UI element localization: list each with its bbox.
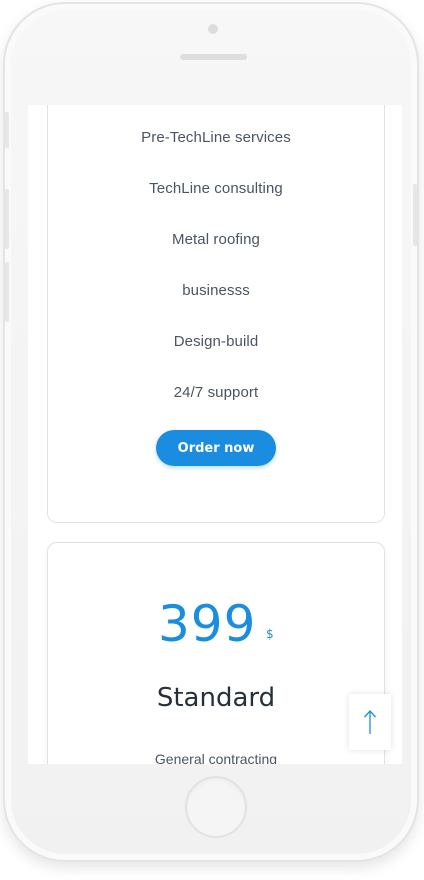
front-camera: [208, 24, 218, 34]
price-currency: $: [266, 627, 274, 641]
plan-name: Standard: [156, 683, 276, 713]
home-button: [185, 776, 247, 838]
price-value: 399: [158, 595, 257, 653]
earpiece-speaker: [180, 54, 247, 60]
arrow-up-icon: [364, 710, 376, 734]
screen: Pre-TechLine services TechLine consultin…: [28, 105, 402, 764]
feature-item: Pre-TechLine services: [141, 129, 291, 146]
feature-item: TechLine consulting: [149, 180, 283, 197]
mute-switch: [5, 112, 9, 148]
order-now-button[interactable]: Order now: [156, 430, 276, 466]
pricing-card-standard: 399 $ Standard General contracting: [47, 542, 385, 764]
feature-item: Design-build: [173, 333, 259, 350]
pricing-card: Pre-TechLine services TechLine consultin…: [47, 105, 385, 523]
feature-item: businesss: [182, 282, 250, 299]
feature-item: 24/7 support: [173, 384, 259, 401]
volume-up-button: [5, 189, 9, 249]
power-button: [413, 184, 417, 246]
scroll-to-top-button[interactable]: [349, 694, 391, 750]
feature-item: Metal roofing: [171, 231, 260, 248]
price: 399 $: [48, 589, 384, 659]
phone-frame: Pre-TechLine services TechLine consultin…: [3, 2, 419, 862]
feature-item: General contracting: [154, 751, 278, 764]
volume-down-button: [5, 262, 9, 322]
